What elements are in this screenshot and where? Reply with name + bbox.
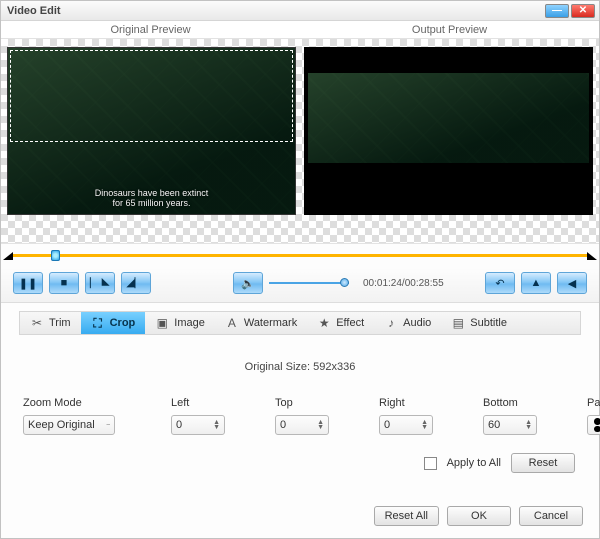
reset-all-button[interactable]: Reset All [374, 506, 439, 526]
window-title: Video Edit [7, 5, 543, 17]
right-spinner[interactable]: 0 ▲▼ [379, 415, 433, 435]
stop-button[interactable]: ■ [49, 272, 79, 294]
video-subtitle: Dinosaurs have been extinct for 65 milli… [8, 188, 295, 208]
star-icon: ★ [317, 316, 331, 330]
padcolor-button[interactable] [587, 415, 600, 435]
flip-v-icon: ◀ [568, 277, 576, 290]
set-start-button[interactable]: ⎸◣ [85, 272, 115, 294]
pause-button[interactable]: ❚❚ [13, 272, 43, 294]
output-preview-label: Output Preview [300, 24, 599, 36]
right-value: 0 [384, 419, 390, 431]
crop-controls-grid: Zoom Mode Left Top Right Bottom Pad Colo… [23, 397, 577, 435]
volume-slider[interactable] [269, 282, 349, 284]
tab-label: Watermark [244, 317, 297, 329]
undo-button[interactable]: ↶ [485, 272, 515, 294]
tab-crop[interactable]: ⛶ Crop [81, 312, 146, 334]
tab-image[interactable]: ▣ Image [145, 312, 215, 334]
zoom-mode-select[interactable]: Keep Original ⎯ [23, 415, 115, 435]
left-value: 0 [176, 419, 182, 431]
flip-vertical-button[interactable]: ◀ [557, 272, 587, 294]
edit-tabs: ✂ Trim ⛶ Crop ▣ Image A Watermark ★ Effe… [19, 311, 581, 335]
previews-container: Dinosaurs have been extinct for 65 milli… [1, 39, 599, 244]
tab-label: Trim [49, 317, 71, 329]
flip-horizontal-button[interactable]: ▲ [521, 272, 551, 294]
tab-watermark[interactable]: A Watermark [215, 312, 307, 334]
zoom-mode-label: Zoom Mode [23, 397, 131, 409]
image-icon: ▣ [155, 316, 169, 330]
text-icon: A [225, 316, 239, 330]
top-label: Top [275, 397, 339, 409]
original-preview-pane[interactable]: Dinosaurs have been extinct for 65 milli… [1, 39, 300, 243]
ok-button[interactable]: OK [447, 506, 511, 526]
stop-icon: ■ [61, 277, 68, 289]
set-end-button[interactable]: ◢⎸ [121, 272, 151, 294]
timeline-playhead[interactable] [51, 250, 60, 261]
left-spinner[interactable]: 0 ▲▼ [171, 415, 225, 435]
flag-right-icon: ◢⎸ [126, 276, 145, 290]
flag-left-icon: ⎸◣ [90, 277, 110, 290]
chevron-combo-icon: ⎯ [107, 421, 111, 429]
timeline[interactable] [1, 244, 599, 268]
timecode: 00:01:24/00:28:55 [363, 278, 444, 289]
bottom-spinner[interactable]: 60 ▲▼ [483, 415, 537, 435]
padcolor-swatch-icon [594, 418, 600, 432]
top-spinner[interactable]: 0 ▲▼ [275, 415, 329, 435]
preview-labels: Original Preview Output Preview [1, 21, 599, 39]
volume-handle[interactable] [340, 278, 349, 287]
output-video [308, 73, 589, 163]
volume-button[interactable]: 🔈 [233, 272, 263, 294]
pause-icon: ❚❚ [19, 277, 37, 290]
close-button[interactable]: ✕ [571, 4, 595, 18]
tab-label: Crop [110, 317, 136, 329]
dialog-buttons: Reset All OK Cancel [1, 496, 599, 538]
cancel-button[interactable]: Cancel [519, 506, 583, 526]
flip-h-icon: ▲ [531, 277, 542, 289]
output-preview-pane [300, 39, 599, 243]
video-edit-window: Video Edit — ✕ Original Preview Output P… [0, 0, 600, 539]
output-letterbox [304, 47, 593, 215]
speaker-icon: 🔈 [241, 277, 255, 290]
timeline-track[interactable] [13, 254, 587, 257]
tab-subtitle[interactable]: ▤ Subtitle [441, 312, 517, 334]
top-value: 0 [280, 419, 286, 431]
left-label: Left [171, 397, 235, 409]
note-icon: ♪ [384, 316, 398, 330]
tab-audio[interactable]: ♪ Audio [374, 312, 441, 334]
crop-panel: Original Size: 592x336 Zoom Mode Left To… [1, 335, 599, 496]
cc-icon: ▤ [451, 316, 465, 330]
padcolor-label: Pad Color [587, 397, 600, 409]
playback-controls: ❚❚ ■ ⎸◣ ◢⎸ 🔈 00:01:24/00:28:55 ↶ ▲ ◀ [1, 268, 599, 303]
tab-label: Image [174, 317, 205, 329]
original-preview-label: Original Preview [1, 24, 300, 36]
apply-to-all-label: Apply to All [447, 457, 501, 469]
spinner-arrows-icon[interactable]: ▲▼ [317, 420, 324, 430]
titlebar: Video Edit — ✕ [1, 1, 599, 21]
tab-label: Effect [336, 317, 364, 329]
undo-icon: ↶ [495, 277, 504, 290]
reset-crop-button[interactable]: Reset [511, 453, 575, 473]
original-size-label: Original Size: 592x336 [23, 361, 577, 373]
original-video-crop-handles[interactable]: Dinosaurs have been extinct for 65 milli… [7, 47, 296, 215]
apply-row: Apply to All Reset [23, 453, 577, 473]
tab-label: Audio [403, 317, 431, 329]
apply-to-all-checkbox[interactable] [424, 457, 437, 470]
spinner-arrows-icon[interactable]: ▲▼ [525, 420, 532, 430]
tab-trim[interactable]: ✂ Trim [20, 312, 81, 334]
crop-icon: ⛶ [91, 316, 105, 330]
tab-label: Subtitle [470, 317, 507, 329]
bottom-value: 60 [488, 419, 500, 431]
right-label: Right [379, 397, 443, 409]
scissors-icon: ✂ [30, 316, 44, 330]
minimize-button[interactable]: — [545, 4, 569, 18]
spinner-arrows-icon[interactable]: ▲▼ [421, 420, 428, 430]
tab-effect[interactable]: ★ Effect [307, 312, 374, 334]
bottom-label: Bottom [483, 397, 547, 409]
zoom-mode-value: Keep Original [28, 419, 95, 431]
spinner-arrows-icon[interactable]: ▲▼ [213, 420, 220, 430]
